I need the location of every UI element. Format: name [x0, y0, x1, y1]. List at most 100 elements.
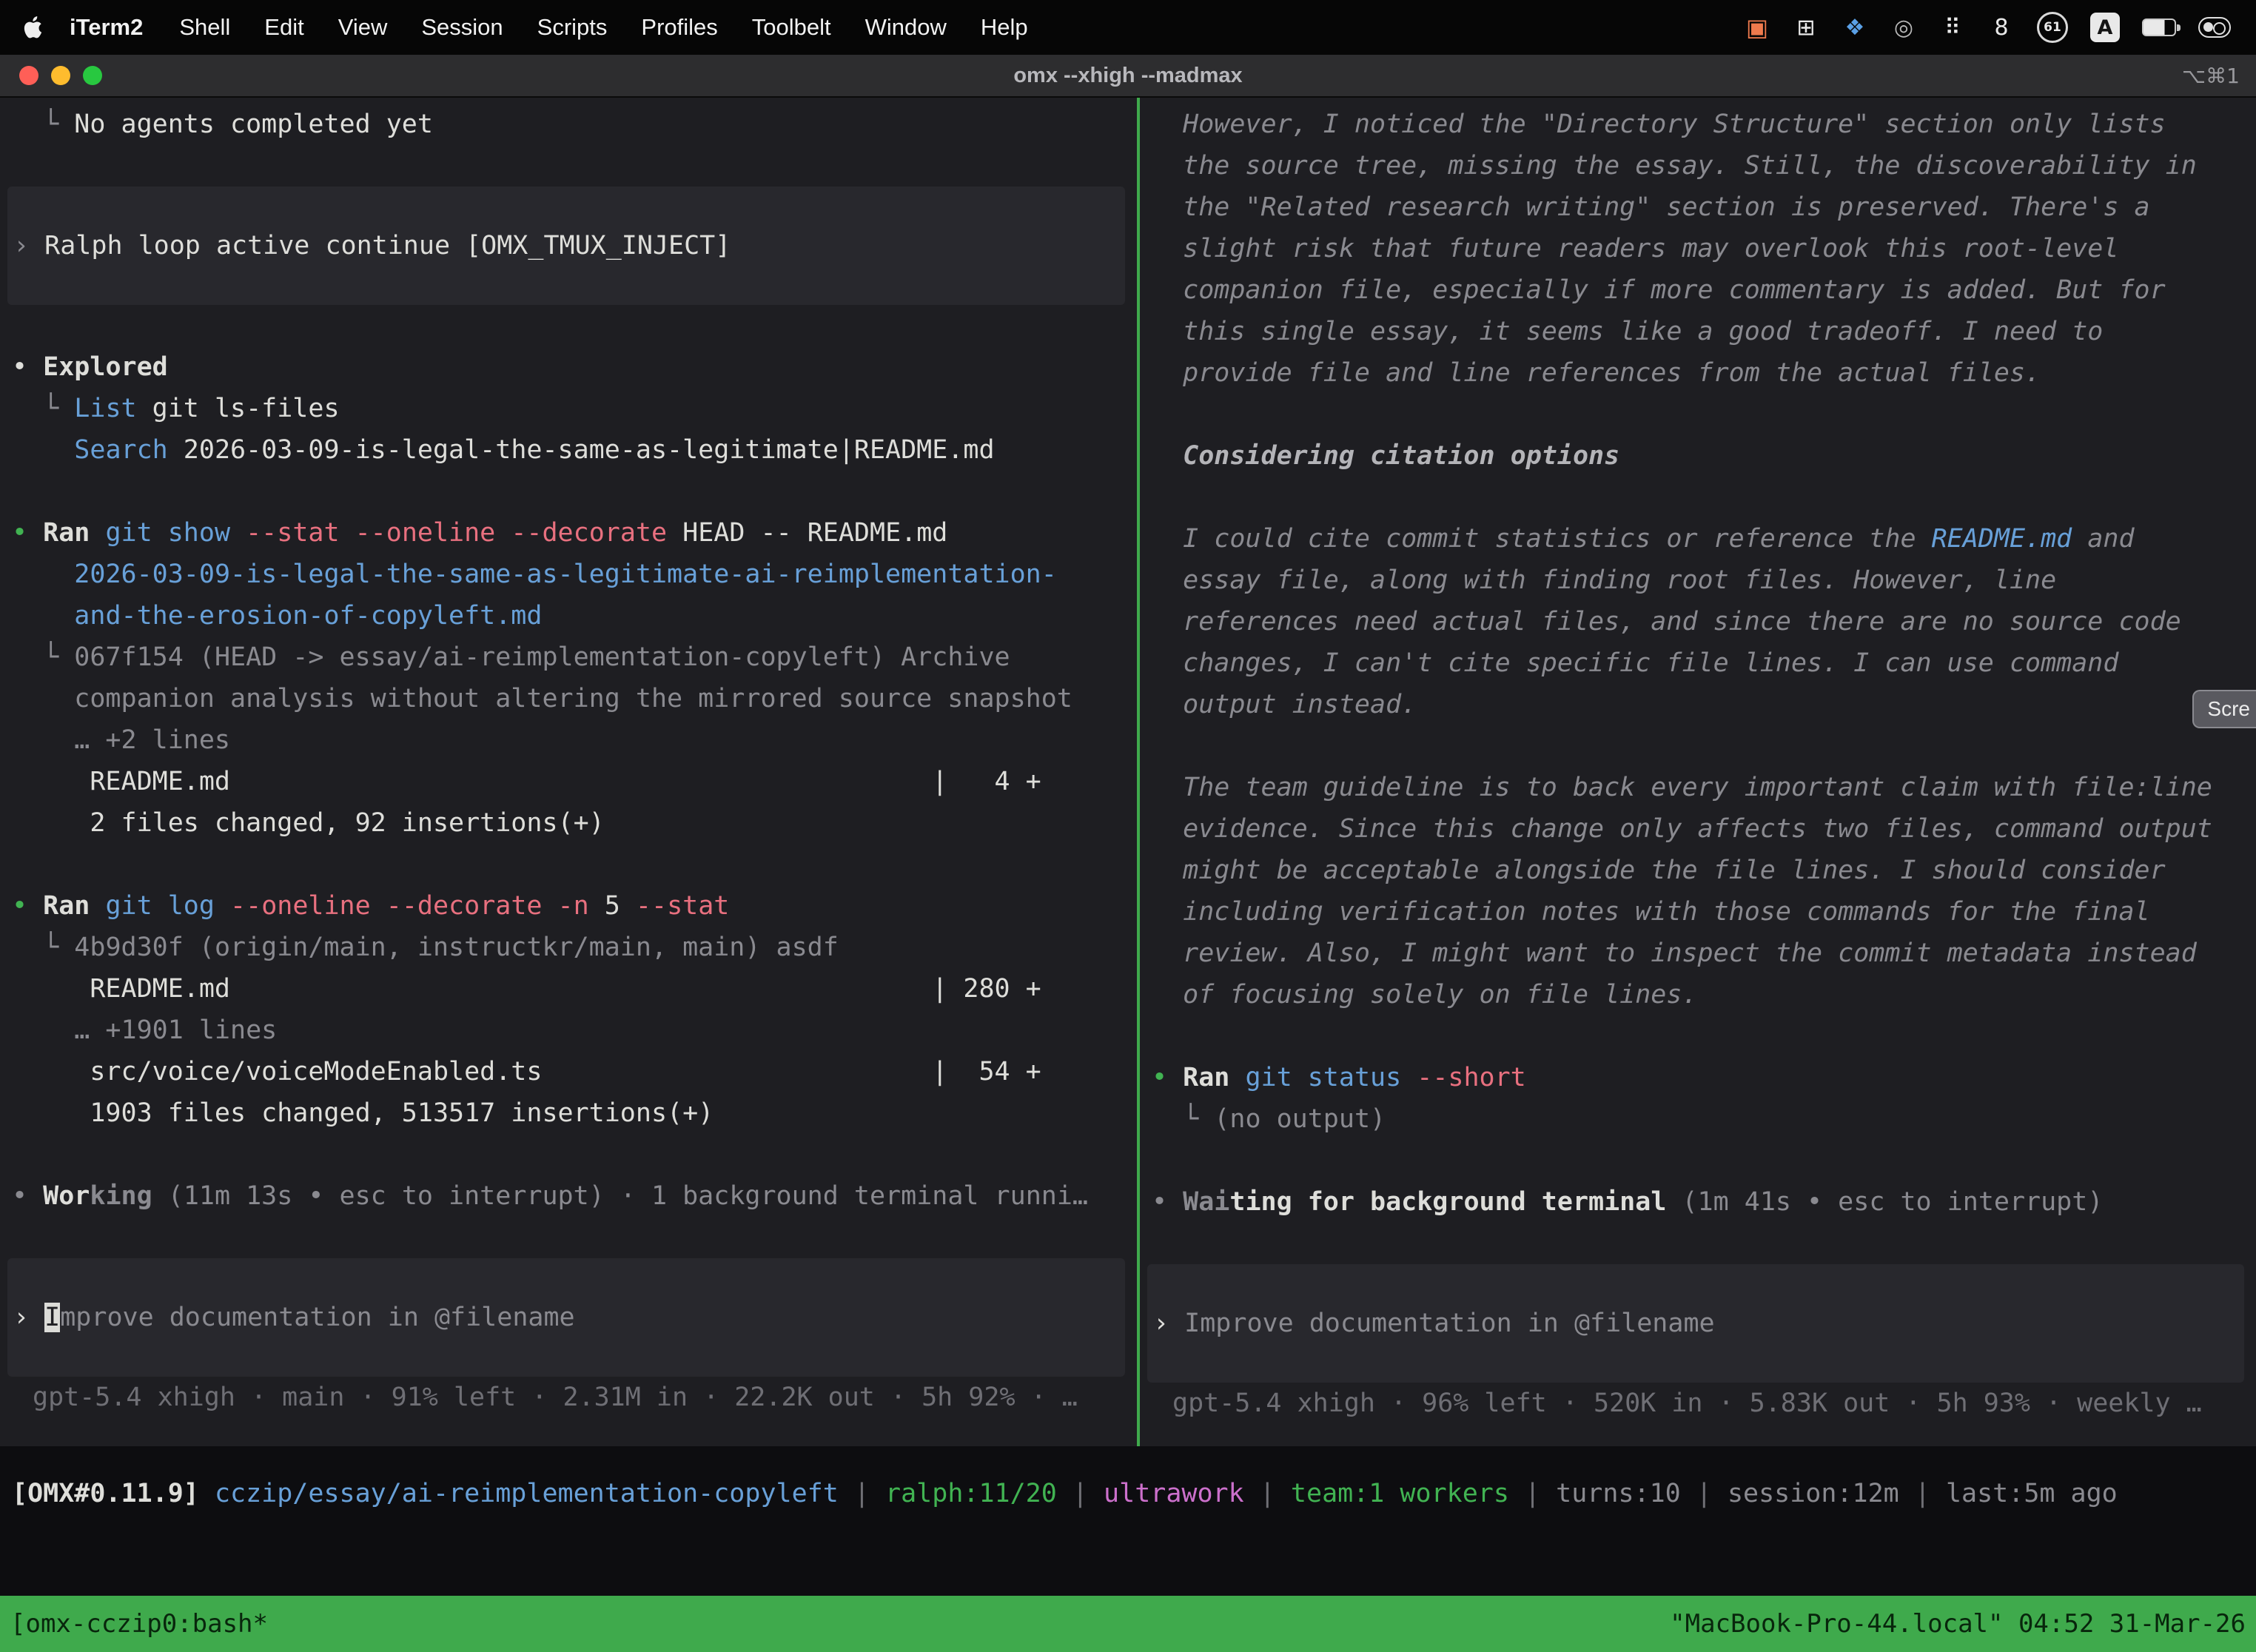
gauge-61-icon[interactable]: 61: [2037, 12, 2068, 43]
terminal-line: [1140, 477, 2256, 518]
zoom-button[interactable]: [83, 66, 102, 85]
terminal-line: 1903 files changed, 513517 insertions(+): [0, 1092, 1137, 1134]
terminal-line: of focusing solely on file lines.: [1140, 974, 2256, 1015]
terminal-line: … +2 lines: [0, 719, 1137, 761]
tmux-session-label: [omx-cczip0:bash*: [10, 1609, 268, 1639]
terminal-line: the "Related research writing" section i…: [1140, 187, 2256, 228]
terminal-line: 2 files changed, 92 insertions(+): [0, 802, 1137, 844]
window-shortcut-badge: ⌥⌘1: [2182, 64, 2256, 88]
menu-help[interactable]: Help: [964, 14, 1045, 41]
macos-menu-bar: iTerm2 ShellEditViewSessionScriptsProfil…: [0, 0, 2256, 55]
terminal-line: [OMX#0.11.9] cczip/essay/ai-reimplementa…: [0, 1473, 2256, 1514]
terminal-line: └ 067f154 (HEAD -> essay/ai-reimplementa…: [0, 637, 1137, 678]
tmux-panes: └ No agents completed yet › Ralph loop a…: [0, 98, 2256, 1446]
terminal-line: However, I noticed the "Directory Struct…: [1140, 104, 2256, 145]
right-transcript-block: However, I noticed the "Directory Struct…: [1140, 104, 2256, 1223]
terminal-line: › Improve documentation in @filename: [1147, 1303, 2244, 1344]
terminal-line: [0, 471, 1137, 512]
terminal-line: • Waiting for background terminal (1m 41…: [1140, 1181, 2256, 1223]
terminal-line: the source tree, missing the essay. Stil…: [1140, 145, 2256, 187]
terminal-line: essay file, along with finding root file…: [1140, 560, 2256, 601]
terminal-line: • Working (11m 13s • esc to interrupt) ·…: [0, 1175, 1137, 1217]
terminal-line: references need actual files, and since …: [1140, 601, 2256, 642]
screen: iTerm2 ShellEditViewSessionScriptsProfil…: [0, 0, 2256, 1652]
terminal-line: The team guideline is to back every impo…: [1140, 767, 2256, 808]
prompt-input-right[interactable]: › Improve documentation in @filename: [1147, 1264, 2244, 1383]
left-terminal-pane[interactable]: └ No agents completed yet › Ralph loop a…: [0, 98, 1137, 1446]
menu-shell[interactable]: Shell: [162, 14, 247, 41]
terminal-line: changes, I can't cite specific file line…: [1140, 642, 2256, 684]
terminal-line: • Ran git status --short: [1140, 1057, 2256, 1098]
dark-app-icon[interactable]: ◎: [1890, 12, 1917, 43]
model-status-left: gpt-5.4 xhigh · main · 91% left · 2.31M …: [0, 1377, 1137, 1418]
terminal-line: › Improve documentation in @filename: [7, 1297, 1125, 1338]
terminal-line: [1140, 725, 2256, 767]
terminal-line: › Ralph loop active continue [OMX_TMUX_I…: [7, 225, 1125, 266]
minimize-button[interactable]: [51, 66, 70, 85]
terminal-line: evidence. Since this change only affects…: [1140, 808, 2256, 850]
terminal-line: README.md | 280 +: [0, 968, 1137, 1010]
menu-app-name[interactable]: iTerm2: [50, 14, 162, 41]
terminal-line: [1140, 1140, 2256, 1181]
terminal-line: └ 4b9d30f (origin/main, instructkr/main,…: [0, 927, 1137, 968]
terminal-line: [0, 844, 1137, 885]
terminal-line: • Ran git log --oneline --decorate -n 5 …: [0, 885, 1137, 927]
menu-edit[interactable]: Edit: [247, 14, 320, 41]
window-title: omx --xhigh --madmax: [0, 64, 2256, 88]
terminal-content: └ No agents completed yet › Ralph loop a…: [0, 98, 2256, 1652]
terminal-line: [0, 1134, 1137, 1175]
menu-window[interactable]: Window: [848, 14, 964, 41]
terminal-line: Considering citation options: [1140, 435, 2256, 477]
screen-recording-indicator-icon[interactable]: ▣: [1744, 12, 1770, 43]
terminal-line: • Ran git show --stat --oneline --decora…: [0, 512, 1137, 554]
terminal-line: companion file, especially if more comme…: [1140, 269, 2256, 311]
prompt-input-left[interactable]: › Improve documentation in @filename: [7, 1258, 1125, 1377]
menu-status-icons: ▣ ⊞ ❖ ◎ ⠿ 8 61 A: [1744, 12, 2235, 43]
terminal-line: … +1901 lines: [0, 1010, 1137, 1051]
menu-items: ShellEditViewSessionScriptsProfilesToolb…: [162, 14, 1044, 41]
terminal-line: 2026-03-09-is-legal-the-same-as-legitima…: [0, 554, 1137, 595]
terminal-line: companion analysis without altering the …: [0, 678, 1137, 719]
terminal-line: including verification notes with those …: [1140, 891, 2256, 933]
omx-status-bar: [OMX#0.11.9] cczip/essay/ai-reimplementa…: [0, 1446, 2256, 1514]
window-layout-icon[interactable]: ⊞: [1793, 12, 1819, 43]
screen-share-popover[interactable]: Scre: [2192, 690, 2256, 728]
terminal-line: └ List git ls-files: [0, 388, 1137, 429]
input-source-icon[interactable]: A: [2090, 13, 2120, 42]
tmux-status-bar: [omx-cczip0:bash* "MacBook-Pro-44.local"…: [0, 1596, 2256, 1652]
figure-eight-icon[interactable]: 8: [1988, 12, 2015, 43]
right-terminal-pane[interactable]: However, I noticed the "Directory Struct…: [1140, 98, 2256, 1446]
close-button[interactable]: [19, 66, 38, 85]
menu-session[interactable]: Session: [404, 14, 520, 41]
menu-toolbelt[interactable]: Toolbelt: [735, 14, 848, 41]
blue-app-icon[interactable]: ❖: [1842, 12, 1868, 43]
terminal-line: Search 2026-03-09-is-legal-the-same-as-l…: [0, 429, 1137, 471]
battery-icon[interactable]: [2142, 19, 2176, 36]
terminal-line: and-the-erosion-of-copyleft.md: [0, 595, 1137, 637]
terminal-line: src/voice/voiceModeEnabled.ts | 54 +: [0, 1051, 1137, 1092]
menu-profiles[interactable]: Profiles: [624, 14, 734, 41]
menu-view[interactable]: View: [321, 14, 405, 41]
terminal-line: • Explored: [0, 346, 1137, 388]
terminal-line: └ No agents completed yet: [0, 104, 1137, 145]
apple-logo-svg: [24, 16, 43, 38]
terminal-line: [1140, 1015, 2256, 1057]
terminal-line: I could cite commit statistics or refere…: [1140, 518, 2256, 560]
terminal-line: [1140, 394, 2256, 435]
left-transcript-block: • Explored └ List git ls-files Search 20…: [0, 305, 1137, 1217]
terminal-line: might be acceptable alongside the file l…: [1140, 850, 2256, 891]
terminal-line: └ (no output): [1140, 1098, 2256, 1140]
terminal-line: README.md | 4 +: [0, 761, 1137, 802]
terminal-line: [0, 305, 1137, 346]
window-title-bar: omx --xhigh --madmax ⌥⌘1: [0, 55, 2256, 98]
tmux-host-time-label: "MacBook-Pro-44.local" 04:52 31-Mar-26: [1670, 1609, 2246, 1639]
left-intro-block: └ No agents completed yet: [0, 104, 1137, 187]
control-center-icon[interactable]: [2198, 17, 2231, 38]
ralph-loop-panel: › Ralph loop active continue [OMX_TMUX_I…: [7, 187, 1125, 305]
terminal-line: this single essay, it seems like a good …: [1140, 311, 2256, 352]
traffic-lights: [0, 66, 102, 85]
menu-scripts[interactable]: Scripts: [520, 14, 625, 41]
terminal-line: provide file and line references from th…: [1140, 352, 2256, 394]
apple-menu-icon[interactable]: [21, 16, 50, 38]
dots-grid-icon[interactable]: ⠿: [1939, 12, 1966, 43]
